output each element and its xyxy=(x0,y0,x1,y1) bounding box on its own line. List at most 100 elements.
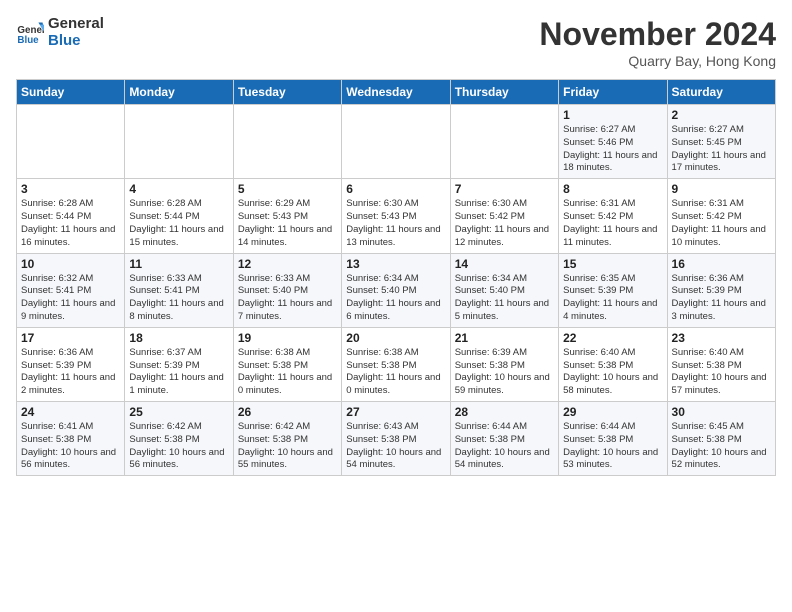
day-number: 22 xyxy=(563,331,662,345)
calendar-cell: 5 Sunrise: 6:29 AM Sunset: 5:43 PM Daylig… xyxy=(233,179,341,253)
day-number: 24 xyxy=(21,405,120,419)
day-number: 10 xyxy=(21,257,120,271)
calendar-week-row: 1 Sunrise: 6:27 AM Sunset: 5:46 PM Daylig… xyxy=(17,105,776,179)
calendar-cell xyxy=(125,105,233,179)
calendar-cell: 22 Sunrise: 6:40 AM Sunset: 5:38 PM Dayli… xyxy=(559,327,667,401)
weekday-header: Friday xyxy=(559,80,667,105)
day-info: Sunrise: 6:29 AM Sunset: 5:43 PM Dayligh… xyxy=(238,198,337,249)
day-info: Sunrise: 6:34 AM Sunset: 5:40 PM Dayligh… xyxy=(455,273,554,324)
day-info: Sunrise: 6:30 AM Sunset: 5:42 PM Dayligh… xyxy=(455,198,554,249)
day-number: 16 xyxy=(672,257,771,271)
day-info: Sunrise: 6:44 AM Sunset: 5:38 PM Dayligh… xyxy=(455,421,554,472)
calendar-cell: 23Sunrise: 6:40 AM Sunset: 5:38 PM Dayli… xyxy=(667,327,775,401)
calendar-cell: 21Sunrise: 6:39 AM Sunset: 5:38 PM Dayli… xyxy=(450,327,558,401)
logo: General Blue General Blue xyxy=(16,16,104,49)
day-number: 8 xyxy=(563,182,662,196)
day-number: 27 xyxy=(346,405,445,419)
weekday-header: Thursday xyxy=(450,80,558,105)
calendar-cell: 11 Sunrise: 6:33 AM Sunset: 5:41 PM Dayli… xyxy=(125,253,233,327)
day-info: Sunrise: 6:38 AM Sunset: 5:38 PM Dayligh… xyxy=(346,347,445,398)
day-info: Sunrise: 6:39 AM Sunset: 5:38 PM Dayligh… xyxy=(455,347,554,398)
day-info: Sunrise: 6:37 AM Sunset: 5:39 PM Dayligh… xyxy=(129,347,228,398)
calendar-cell: 3Sunrise: 6:28 AM Sunset: 5:44 PM Daylig… xyxy=(17,179,125,253)
logo-line2: Blue xyxy=(48,33,104,50)
day-info: Sunrise: 6:42 AM Sunset: 5:38 PM Dayligh… xyxy=(238,421,337,472)
day-number: 18 xyxy=(129,331,228,345)
day-number: 12 xyxy=(238,257,337,271)
logo-icon: General Blue xyxy=(16,19,44,47)
day-number: 20 xyxy=(346,331,445,345)
day-number: 1 xyxy=(563,108,662,122)
day-number: 2 xyxy=(672,108,771,122)
day-info: Sunrise: 6:40 AM Sunset: 5:38 PM Dayligh… xyxy=(563,347,662,398)
day-number: 14 xyxy=(455,257,554,271)
day-info: Sunrise: 6:31 AM Sunset: 5:42 PM Dayligh… xyxy=(563,198,662,249)
weekday-header: Saturday xyxy=(667,80,775,105)
calendar-cell: 26 Sunrise: 6:42 AM Sunset: 5:38 PM Dayli… xyxy=(233,402,341,476)
calendar-cell: 19 Sunrise: 6:38 AM Sunset: 5:38 PM Dayli… xyxy=(233,327,341,401)
day-info: Sunrise: 6:42 AM Sunset: 5:38 PM Dayligh… xyxy=(129,421,228,472)
day-info: Sunrise: 6:43 AM Sunset: 5:38 PM Dayligh… xyxy=(346,421,445,472)
calendar-week-row: 10 Sunrise: 6:32 AM Sunset: 5:41 PM Dayli… xyxy=(17,253,776,327)
day-info: Sunrise: 6:27 AM Sunset: 5:46 PM Dayligh… xyxy=(563,124,662,175)
weekday-header: Sunday xyxy=(17,80,125,105)
calendar-cell: 28 Sunrise: 6:44 AM Sunset: 5:38 PM Dayli… xyxy=(450,402,558,476)
day-info: Sunrise: 6:35 AM Sunset: 5:39 PM Dayligh… xyxy=(563,273,662,324)
day-info: Sunrise: 6:45 AM Sunset: 5:38 PM Dayligh… xyxy=(672,421,771,472)
day-info: Sunrise: 6:44 AM Sunset: 5:38 PM Dayligh… xyxy=(563,421,662,472)
calendar-cell: 17 Sunrise: 6:36 AM Sunset: 5:39 PM Dayli… xyxy=(17,327,125,401)
day-info: Sunrise: 6:36 AM Sunset: 5:39 PM Dayligh… xyxy=(672,273,771,324)
weekday-header: Monday xyxy=(125,80,233,105)
day-info: Sunrise: 6:33 AM Sunset: 5:41 PM Dayligh… xyxy=(129,273,228,324)
weekday-header: Tuesday xyxy=(233,80,341,105)
calendar-cell: 1 Sunrise: 6:27 AM Sunset: 5:46 PM Daylig… xyxy=(559,105,667,179)
day-number: 17 xyxy=(21,331,120,345)
day-info: Sunrise: 6:33 AM Sunset: 5:40 PM Dayligh… xyxy=(238,273,337,324)
title-block: November 2024 Quarry Bay, Hong Kong xyxy=(539,16,776,69)
calendar-cell xyxy=(342,105,450,179)
calendar-cell: 4Sunrise: 6:28 AM Sunset: 5:44 PM Daylig… xyxy=(125,179,233,253)
day-number: 7 xyxy=(455,182,554,196)
calendar-cell xyxy=(450,105,558,179)
calendar-cell: 10 Sunrise: 6:32 AM Sunset: 5:41 PM Dayli… xyxy=(17,253,125,327)
day-info: Sunrise: 6:34 AM Sunset: 5:40 PM Dayligh… xyxy=(346,273,445,324)
calendar-cell: 15 Sunrise: 6:35 AM Sunset: 5:39 PM Dayli… xyxy=(559,253,667,327)
day-number: 26 xyxy=(238,405,337,419)
calendar-cell: 9Sunrise: 6:31 AM Sunset: 5:42 PM Daylig… xyxy=(667,179,775,253)
calendar-cell: 29 Sunrise: 6:44 AM Sunset: 5:38 PM Dayli… xyxy=(559,402,667,476)
day-number: 3 xyxy=(21,182,120,196)
day-number: 15 xyxy=(563,257,662,271)
month-title: November 2024 xyxy=(539,16,776,53)
calendar-week-row: 24 Sunrise: 6:41 AM Sunset: 5:38 PM Dayli… xyxy=(17,402,776,476)
day-info: Sunrise: 6:32 AM Sunset: 5:41 PM Dayligh… xyxy=(21,273,120,324)
calendar-table: SundayMondayTuesdayWednesdayThursdayFrid… xyxy=(16,79,776,476)
day-info: Sunrise: 6:27 AM Sunset: 5:45 PM Dayligh… xyxy=(672,124,771,175)
day-info: Sunrise: 6:30 AM Sunset: 5:43 PM Dayligh… xyxy=(346,198,445,249)
calendar-cell: 14 Sunrise: 6:34 AM Sunset: 5:40 PM Dayli… xyxy=(450,253,558,327)
weekday-header: Wednesday xyxy=(342,80,450,105)
day-number: 11 xyxy=(129,257,228,271)
day-number: 19 xyxy=(238,331,337,345)
day-number: 25 xyxy=(129,405,228,419)
calendar-cell: 7 Sunrise: 6:30 AM Sunset: 5:42 PM Daylig… xyxy=(450,179,558,253)
day-number: 13 xyxy=(346,257,445,271)
day-info: Sunrise: 6:31 AM Sunset: 5:42 PM Dayligh… xyxy=(672,198,771,249)
day-info: Sunrise: 6:28 AM Sunset: 5:44 PM Dayligh… xyxy=(129,198,228,249)
calendar-cell: 18 Sunrise: 6:37 AM Sunset: 5:39 PM Dayli… xyxy=(125,327,233,401)
day-info: Sunrise: 6:36 AM Sunset: 5:39 PM Dayligh… xyxy=(21,347,120,398)
calendar-header-row: SundayMondayTuesdayWednesdayThursdayFrid… xyxy=(17,80,776,105)
calendar-week-row: 3 Sunrise: 6:28 AM Sunset: 5:44 PM Daylig… xyxy=(17,179,776,253)
calendar-week-row: 17 Sunrise: 6:36 AM Sunset: 5:39 PM Dayli… xyxy=(17,327,776,401)
calendar-cell xyxy=(17,105,125,179)
calendar-cell: 13 Sunrise: 6:34 AM Sunset: 5:40 PM Dayli… xyxy=(342,253,450,327)
calendar-cell: 25 Sunrise: 6:42 AM Sunset: 5:38 PM Dayli… xyxy=(125,402,233,476)
day-number: 23 xyxy=(672,331,771,345)
day-number: 5 xyxy=(238,182,337,196)
day-number: 30 xyxy=(672,405,771,419)
day-number: 29 xyxy=(563,405,662,419)
day-number: 28 xyxy=(455,405,554,419)
day-info: Sunrise: 6:41 AM Sunset: 5:38 PM Dayligh… xyxy=(21,421,120,472)
calendar-cell: 24 Sunrise: 6:41 AM Sunset: 5:38 PM Dayli… xyxy=(17,402,125,476)
calendar-cell: 12 Sunrise: 6:33 AM Sunset: 5:40 PM Dayli… xyxy=(233,253,341,327)
day-info: Sunrise: 6:38 AM Sunset: 5:38 PM Dayligh… xyxy=(238,347,337,398)
